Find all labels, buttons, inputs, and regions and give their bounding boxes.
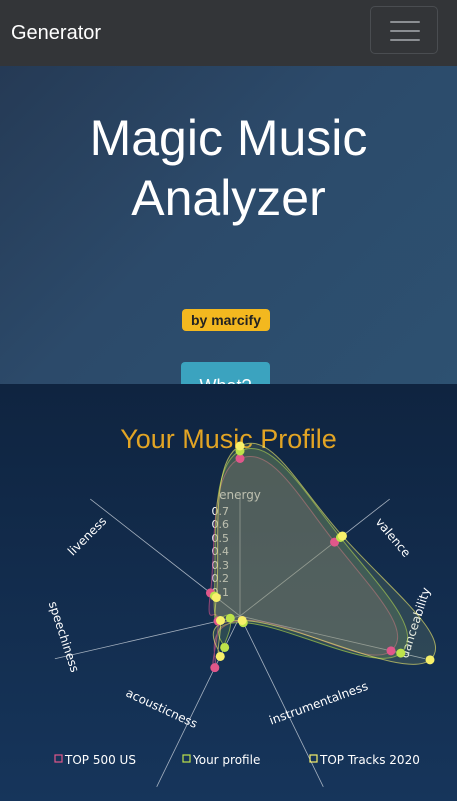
axis-label-acousticness: acousticness — [124, 686, 200, 731]
page-title: Magic Music Analyzer — [0, 108, 457, 228]
axis-label-valence: valence — [373, 515, 414, 560]
data-point[interactable] — [215, 651, 225, 661]
data-point[interactable] — [425, 655, 435, 665]
hamburger-icon-bar — [390, 30, 420, 32]
menu-toggle-button[interactable] — [370, 6, 438, 54]
axis-label-liveness: liveness — [65, 514, 109, 558]
title-line-2: Analyzer — [131, 170, 326, 226]
hamburger-icon — [390, 21, 420, 23]
axis-label-speechiness: speechiness — [46, 600, 82, 674]
author-badge: by marcify — [182, 309, 270, 331]
legend-label: Your profile — [192, 753, 260, 767]
hero-section: Magic Music Analyzer by marcify What? — [0, 66, 457, 410]
brand-link[interactable]: Generator — [11, 22, 101, 45]
data-point[interactable] — [220, 642, 230, 652]
legend-label: TOP 500 US — [64, 753, 136, 767]
navbar: Generator — [0, 0, 457, 66]
hamburger-icon-bar — [390, 39, 420, 41]
legend-item[interactable]: Your profile — [182, 753, 260, 767]
axis-line-speechiness — [54, 615, 241, 660]
data-point[interactable] — [211, 593, 221, 603]
data-point[interactable] — [210, 663, 220, 673]
radar-chart: energyvalencedanceabilityinstrumentalnes… — [46, 441, 437, 787]
data-point[interactable] — [235, 441, 245, 451]
data-point[interactable] — [216, 615, 226, 625]
legend-label: TOP Tracks 2020 — [319, 753, 420, 767]
legend-swatch — [54, 754, 63, 763]
data-point[interactable] — [386, 646, 396, 656]
data-point[interactable] — [237, 615, 247, 625]
legend-item[interactable]: TOP 500 US — [54, 753, 136, 767]
title-line-1: Magic Music — [89, 110, 368, 166]
data-point[interactable] — [225, 613, 235, 623]
data-point[interactable] — [396, 648, 406, 658]
legend-item[interactable]: TOP Tracks 2020 — [309, 753, 420, 767]
legend-swatch — [182, 754, 191, 763]
data-point[interactable] — [337, 531, 347, 541]
